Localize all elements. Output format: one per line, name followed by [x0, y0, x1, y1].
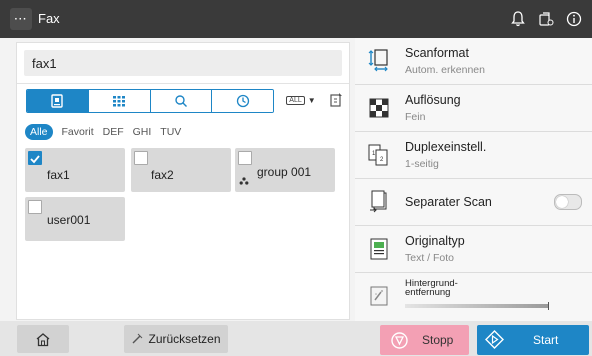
setting-title: Auflösung: [405, 93, 461, 107]
history-icon: [236, 94, 249, 108]
destination-name: fax2: [151, 168, 174, 182]
setting-value: Fein: [405, 111, 426, 123]
eraser-icon: [132, 333, 143, 344]
filter-tuv[interactable]: TUV: [160, 126, 181, 138]
setting-title: Originaltyp: [405, 234, 465, 248]
destination-tile-group-001[interactable]: group 001: [235, 148, 335, 192]
address-book-panel: fax1 ALL ▼ Alle Favorit DEF GHI TUV fax1…: [16, 42, 350, 320]
tab-grid[interactable]: [88, 90, 151, 112]
setting-title: Scanformat: [405, 46, 469, 60]
setting-title: Separater Scan: [405, 195, 492, 209]
filter-dropdown-value: ALL: [286, 95, 305, 105]
setting-value: 1-seitig: [405, 158, 439, 170]
filter-dropdown[interactable]: ALL ▼: [282, 89, 320, 111]
destination-input[interactable]: fax1: [24, 50, 342, 76]
caret-down-icon: ▼: [307, 95, 316, 105]
divider: [17, 83, 349, 84]
export-icon: [330, 93, 342, 107]
separate-scan-toggle[interactable]: [554, 194, 582, 210]
destination-tile-fax1[interactable]: fax1: [25, 148, 125, 192]
destination-name: group 001: [257, 165, 312, 179]
checkbox[interactable]: [134, 151, 148, 165]
bottom-bar: Zurücksetzen Stopp Start: [0, 321, 592, 356]
grid-icon: [113, 96, 126, 107]
filter-ghi[interactable]: GHI: [133, 126, 152, 138]
bell-icon[interactable]: [506, 7, 530, 31]
setting-background-removal[interactable]: Hintergrund- entfernung: [355, 273, 592, 319]
page-title: Fax: [38, 11, 60, 26]
setting-scan-format[interactable]: Scanformat Autom. erkennen: [355, 38, 592, 85]
scan-format-icon: [368, 49, 390, 73]
reset-button[interactable]: Zurücksetzen: [124, 325, 228, 353]
index-icon: [51, 94, 64, 108]
original-type-icon: [368, 237, 390, 261]
setting-duplex[interactable]: 12 Duplexeinstell. 1-seitig: [355, 132, 592, 179]
tab-search[interactable]: [150, 90, 213, 112]
destination-name: fax1: [47, 168, 70, 182]
setting-title: Duplexeinstell.: [405, 140, 487, 154]
setting-value: Text / Foto: [405, 252, 455, 264]
filter-all[interactable]: Alle: [25, 124, 53, 140]
stop-icon: [391, 332, 408, 349]
tab-index[interactable]: [27, 90, 89, 112]
background-removal-icon: [368, 284, 390, 308]
background-removal-level-marker: [548, 302, 549, 310]
setting-title: Hintergrund- entfernung: [405, 278, 458, 298]
view-tabs: [26, 89, 274, 113]
reset-label: Zurücksetzen: [148, 332, 221, 346]
home-button[interactable]: [17, 325, 69, 353]
export-list-button[interactable]: [326, 89, 346, 111]
checkbox[interactable]: [238, 151, 252, 165]
start-button[interactable]: Start: [477, 325, 589, 355]
filter-def[interactable]: DEF: [103, 126, 124, 138]
duplex-icon: 12: [368, 143, 390, 167]
destination-input-value: fax1: [32, 56, 57, 71]
setting-separate-scan[interactable]: Separater Scan: [355, 179, 592, 226]
setting-resolution[interactable]: Auflösung Fein: [355, 85, 592, 132]
settings-panel: Scanformat Autom. erkennen Auflösung Fei…: [355, 38, 592, 321]
destination-tile-user001[interactable]: user001: [25, 197, 125, 241]
checkbox[interactable]: [28, 200, 42, 214]
start-icon: [485, 330, 504, 349]
stop-label: Stopp: [422, 333, 454, 347]
setting-original-type[interactable]: Originaltyp Text / Foto: [355, 226, 592, 273]
background-removal-level-bar: [405, 304, 549, 308]
separate-scan-icon: [368, 190, 390, 214]
tab-history[interactable]: [212, 90, 273, 112]
destination-tile-fax2[interactable]: fax2: [131, 148, 231, 192]
resolution-icon: [368, 96, 390, 120]
top-bar: ··· Fax: [0, 0, 592, 38]
home-icon: [36, 332, 50, 346]
fax-status-icon[interactable]: [534, 7, 558, 31]
filter-favorite[interactable]: Favorit: [62, 126, 94, 138]
destination-name: user001: [47, 213, 91, 227]
checkbox-checked[interactable]: [28, 151, 42, 165]
filter-bar: Alle Favorit DEF GHI TUV: [25, 124, 181, 140]
group-icon: [239, 177, 249, 185]
info-icon[interactable]: [562, 7, 586, 31]
menu-button[interactable]: ···: [10, 8, 32, 30]
start-label: Start: [533, 333, 559, 347]
setting-value: Autom. erkennen: [405, 64, 485, 76]
stop-button[interactable]: Stopp: [380, 325, 469, 355]
search-icon: [175, 95, 187, 107]
